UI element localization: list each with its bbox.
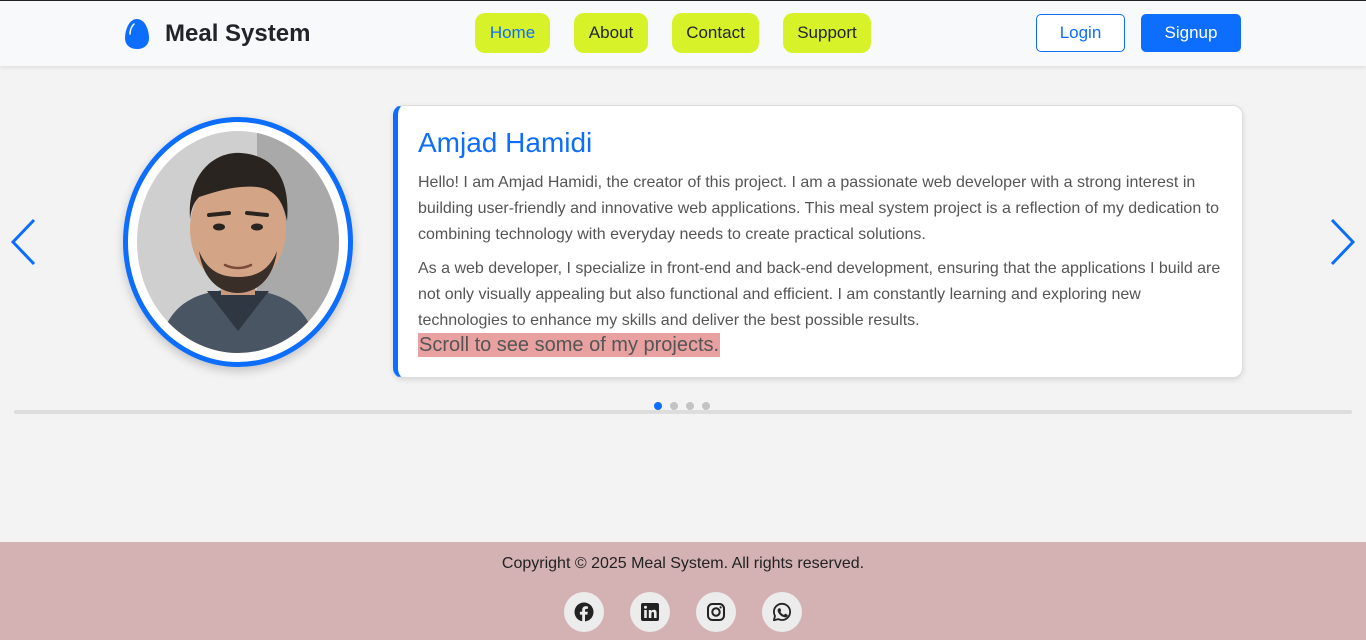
nav-support[interactable]: Support [783, 13, 871, 53]
bio-paragraph-1: Hello! I am Amjad Hamidi, the creator of… [418, 174, 1219, 243]
facebook-icon [574, 602, 594, 622]
linkedin-icon [641, 603, 659, 621]
linkedin-link[interactable] [630, 592, 670, 632]
carousel-dot[interactable] [654, 402, 662, 410]
footer: Copyright © 2025 Meal System. All rights… [0, 542, 1366, 640]
header: Meal System Home About Contact Support L… [0, 0, 1366, 66]
whatsapp-link[interactable] [762, 592, 802, 632]
facebook-link[interactable] [564, 592, 604, 632]
login-button[interactable]: Login [1036, 14, 1125, 52]
whatsapp-icon [773, 602, 791, 622]
nav-home[interactable]: Home [475, 13, 550, 53]
carousel-dot[interactable] [702, 402, 710, 410]
carousel-indicators [654, 402, 718, 410]
carousel-dot[interactable] [686, 402, 694, 410]
profile-photo-frame [123, 117, 353, 367]
nav-about[interactable]: About [574, 13, 648, 53]
nav-contact[interactable]: Contact [672, 13, 759, 53]
instagram-icon [707, 603, 725, 621]
scroll-hint: Scroll to see some of my projects. [418, 333, 721, 357]
instagram-link[interactable] [696, 592, 736, 632]
signup-button[interactable]: Signup [1141, 14, 1241, 52]
profile-name: Amjad Hamidi [418, 127, 593, 158]
profile-photo [137, 131, 339, 353]
profile-card: Amjad Hamidi Hello! I am Amjad Hamidi, t… [393, 105, 1243, 378]
bio-paragraph-2: As a web developer, I specialize in fron… [418, 260, 1221, 329]
chevron-left-icon[interactable] [9, 218, 39, 266]
carousel-scroll-track[interactable] [14, 410, 1352, 414]
chevron-right-icon[interactable] [1327, 218, 1357, 266]
copyright-text: Copyright © 2025 Meal System. All rights… [501, 555, 865, 572]
carousel-dot[interactable] [670, 402, 678, 410]
